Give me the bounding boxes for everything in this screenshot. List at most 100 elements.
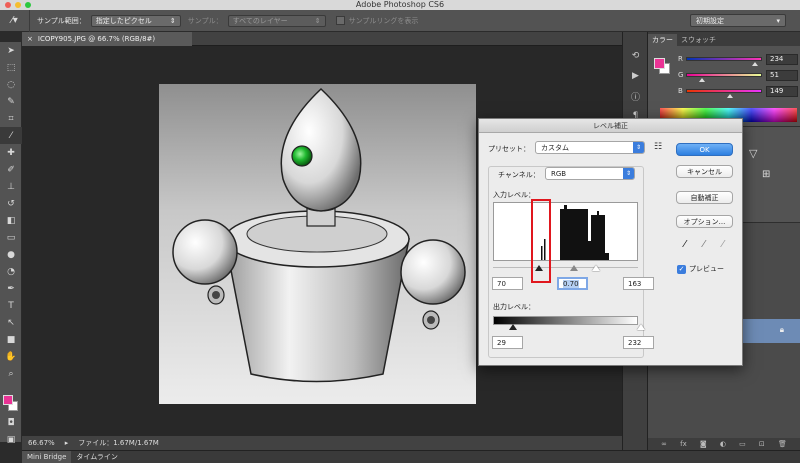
tab-mini-bridge[interactable]: Mini Bridge xyxy=(22,450,72,463)
healing-brush-tool-icon[interactable]: ✚ xyxy=(0,144,22,161)
options-button[interactable]: オプション... xyxy=(676,215,733,228)
sample-layers-select[interactable]: すべてのレイヤー ⇕ xyxy=(227,14,326,27)
eraser-tool-icon[interactable]: ◧ xyxy=(0,212,22,229)
cancel-button[interactable]: キャンセル xyxy=(676,165,733,178)
green-slider-thumb[interactable] xyxy=(698,78,705,82)
group-icon[interactable]: ▭ xyxy=(739,440,746,448)
document-tab-bar: × ICOPY905.JPG @ 66.7% (RGB/8#) xyxy=(22,32,622,46)
output-levels-label: 出力レベル： xyxy=(493,303,535,311)
input-black-field[interactable]: 70 xyxy=(492,277,523,290)
zoom-level[interactable]: 66.67% xyxy=(28,439,55,447)
eyedropper-tool-icon[interactable]: ⁄ xyxy=(0,127,22,144)
white-eyedropper-icon[interactable]: ⁄ xyxy=(722,239,724,250)
preset-options-icon[interactable]: ☷ xyxy=(654,142,662,152)
bottom-panel-tabs: Mini Bridge タイムライン xyxy=(22,450,800,463)
hand-tool-icon[interactable]: ✋ xyxy=(0,348,22,365)
adjustment-triangle-icon[interactable]: ▽ xyxy=(749,147,757,160)
panel-foreground-swatch[interactable] xyxy=(654,58,665,69)
gradient-tool-icon[interactable]: ▭ xyxy=(0,229,22,246)
tab-color[interactable]: カラー xyxy=(648,34,677,46)
preview-checkbox-row[interactable]: ✓ プレビュー xyxy=(677,264,724,274)
close-tab-icon[interactable]: × xyxy=(27,35,33,43)
history-icon[interactable]: ⟲ xyxy=(623,46,648,66)
lasso-tool-icon[interactable]: ◌ xyxy=(0,76,22,93)
robot-illustration xyxy=(172,87,466,383)
chevron-updown-icon: ⇕ xyxy=(623,168,634,179)
document-tab-title: ICOPY905.JPG @ 66.7% (RGB/8#) xyxy=(37,35,156,43)
info-icon[interactable]: ⓘ xyxy=(623,86,648,106)
eyedropper-tool-preset-icon[interactable]: ⁄▾ xyxy=(0,9,30,32)
path-select-tool-icon[interactable]: ↖ xyxy=(0,314,22,331)
output-white-slider[interactable] xyxy=(637,324,645,330)
output-white-field[interactable]: 232 xyxy=(623,336,654,349)
green-value-input[interactable]: 51 xyxy=(766,69,798,81)
left-arm-ring xyxy=(207,285,225,305)
input-white-field[interactable]: 163 xyxy=(623,277,654,290)
shape-tool-icon[interactable]: ■ xyxy=(0,331,22,348)
red-channel-row: R 234 xyxy=(678,52,798,66)
green-slider[interactable] xyxy=(686,73,762,82)
red-value-input[interactable]: 234 xyxy=(766,53,798,65)
adjustment-grid-icon[interactable]: ⊞ xyxy=(762,169,770,180)
output-black-field[interactable]: 29 xyxy=(492,336,523,349)
show-sampling-ring-checkbox[interactable] xyxy=(335,16,345,25)
document-tab[interactable]: × ICOPY905.JPG @ 66.7% (RGB/8#) xyxy=(22,32,192,46)
red-slider[interactable] xyxy=(686,57,762,66)
play-actions-icon[interactable]: ▶ xyxy=(623,66,648,86)
histogram-graph xyxy=(541,205,609,260)
blur-tool-icon[interactable]: ● xyxy=(0,246,22,263)
workspace-select[interactable]: 初期設定 ▾ xyxy=(690,14,786,27)
new-layer-icon[interactable]: ⊡ xyxy=(759,440,765,448)
move-tool-icon[interactable]: ➤ xyxy=(0,42,22,59)
input-white-point-slider[interactable] xyxy=(592,265,600,271)
gray-eyedropper-icon[interactable]: ⁄ xyxy=(703,239,705,250)
options-bar: ⁄▾ サンプル範囲： 指定したピクセル ⇕ サンプル： すべてのレイヤー ⇕ サ… xyxy=(0,9,800,32)
marquee-tool-icon[interactable]: ⬚ xyxy=(0,59,22,76)
blue-value-input[interactable]: 149 xyxy=(766,85,798,97)
preset-select[interactable]: カスタム ⇕ xyxy=(535,141,645,154)
blue-channel-row: B 149 xyxy=(678,84,798,98)
tab-timeline[interactable]: タイムライン xyxy=(71,451,123,463)
stamp-tool-icon[interactable]: ⊥ xyxy=(0,178,22,195)
history-brush-tool-icon[interactable]: ↺ xyxy=(0,195,22,212)
layer-style-icon[interactable]: fx xyxy=(680,440,687,448)
pen-tool-icon[interactable]: ✒ xyxy=(0,280,22,297)
adjustment-layer-icon[interactable]: ◐ xyxy=(720,440,726,448)
foreground-color-swatch[interactable] xyxy=(3,395,13,405)
red-slider-thumb[interactable] xyxy=(751,62,758,66)
lock-icon: 🔒︎ xyxy=(779,325,784,334)
zoom-tool-icon[interactable]: ⌕ xyxy=(0,365,22,382)
status-menu-icon[interactable]: ▸ xyxy=(65,439,69,447)
green-channel-label: G xyxy=(678,71,684,79)
input-gamma-field[interactable]: 0.70 xyxy=(557,277,588,290)
input-gamma-slider[interactable] xyxy=(570,265,578,271)
sample-size-select[interactable]: 指定したピクセル ⇕ xyxy=(90,14,181,27)
link-layers-icon[interactable]: ∞ xyxy=(661,440,667,448)
levels-histogram xyxy=(493,202,638,261)
tab-swatches[interactable]: スウォッチ xyxy=(677,34,720,46)
dodge-tool-icon[interactable]: ◔ xyxy=(0,263,22,280)
color-panel-tabs: カラー スウォッチ xyxy=(648,32,800,46)
screen-mode-icon[interactable]: ▣ xyxy=(0,431,22,448)
preview-checkbox[interactable]: ✓ xyxy=(677,264,686,274)
quick-select-tool-icon[interactable]: ✎ xyxy=(0,93,22,110)
layer-mask-icon[interactable]: ◙ xyxy=(700,440,707,448)
blue-slider[interactable] xyxy=(686,89,762,98)
levels-dialog-title: レベル補正 xyxy=(479,119,742,133)
blue-slider-thumb[interactable] xyxy=(727,94,734,98)
channel-select[interactable]: RGB ⇕ xyxy=(545,167,635,180)
input-gamma-value: 0.70 xyxy=(563,279,579,288)
black-eyedropper-icon[interactable]: ⁄ xyxy=(684,239,686,250)
auto-button[interactable]: 自動補正 xyxy=(676,191,733,204)
trash-icon[interactable]: 🗑︎ xyxy=(778,440,787,448)
chevron-updown-icon: ⇕ xyxy=(314,16,321,25)
ok-button[interactable]: OK xyxy=(676,143,733,156)
output-black-slider[interactable] xyxy=(509,324,517,330)
layers-footer: ∞ fx ◙ ◐ ▭ ⊡ 🗑︎ xyxy=(648,438,800,450)
quick-mask-icon[interactable]: ◘ xyxy=(0,414,22,431)
crop-tool-icon[interactable]: ⌗ xyxy=(0,110,22,127)
levels-dialog: レベル補正 プリセット： カスタム ⇕ ☷ チャンネル： RGB ⇕ 入力レベル… xyxy=(478,118,743,366)
document-image[interactable] xyxy=(159,84,476,404)
type-tool-icon[interactable]: T xyxy=(0,297,22,314)
brush-tool-icon[interactable]: ✐ xyxy=(0,161,22,178)
